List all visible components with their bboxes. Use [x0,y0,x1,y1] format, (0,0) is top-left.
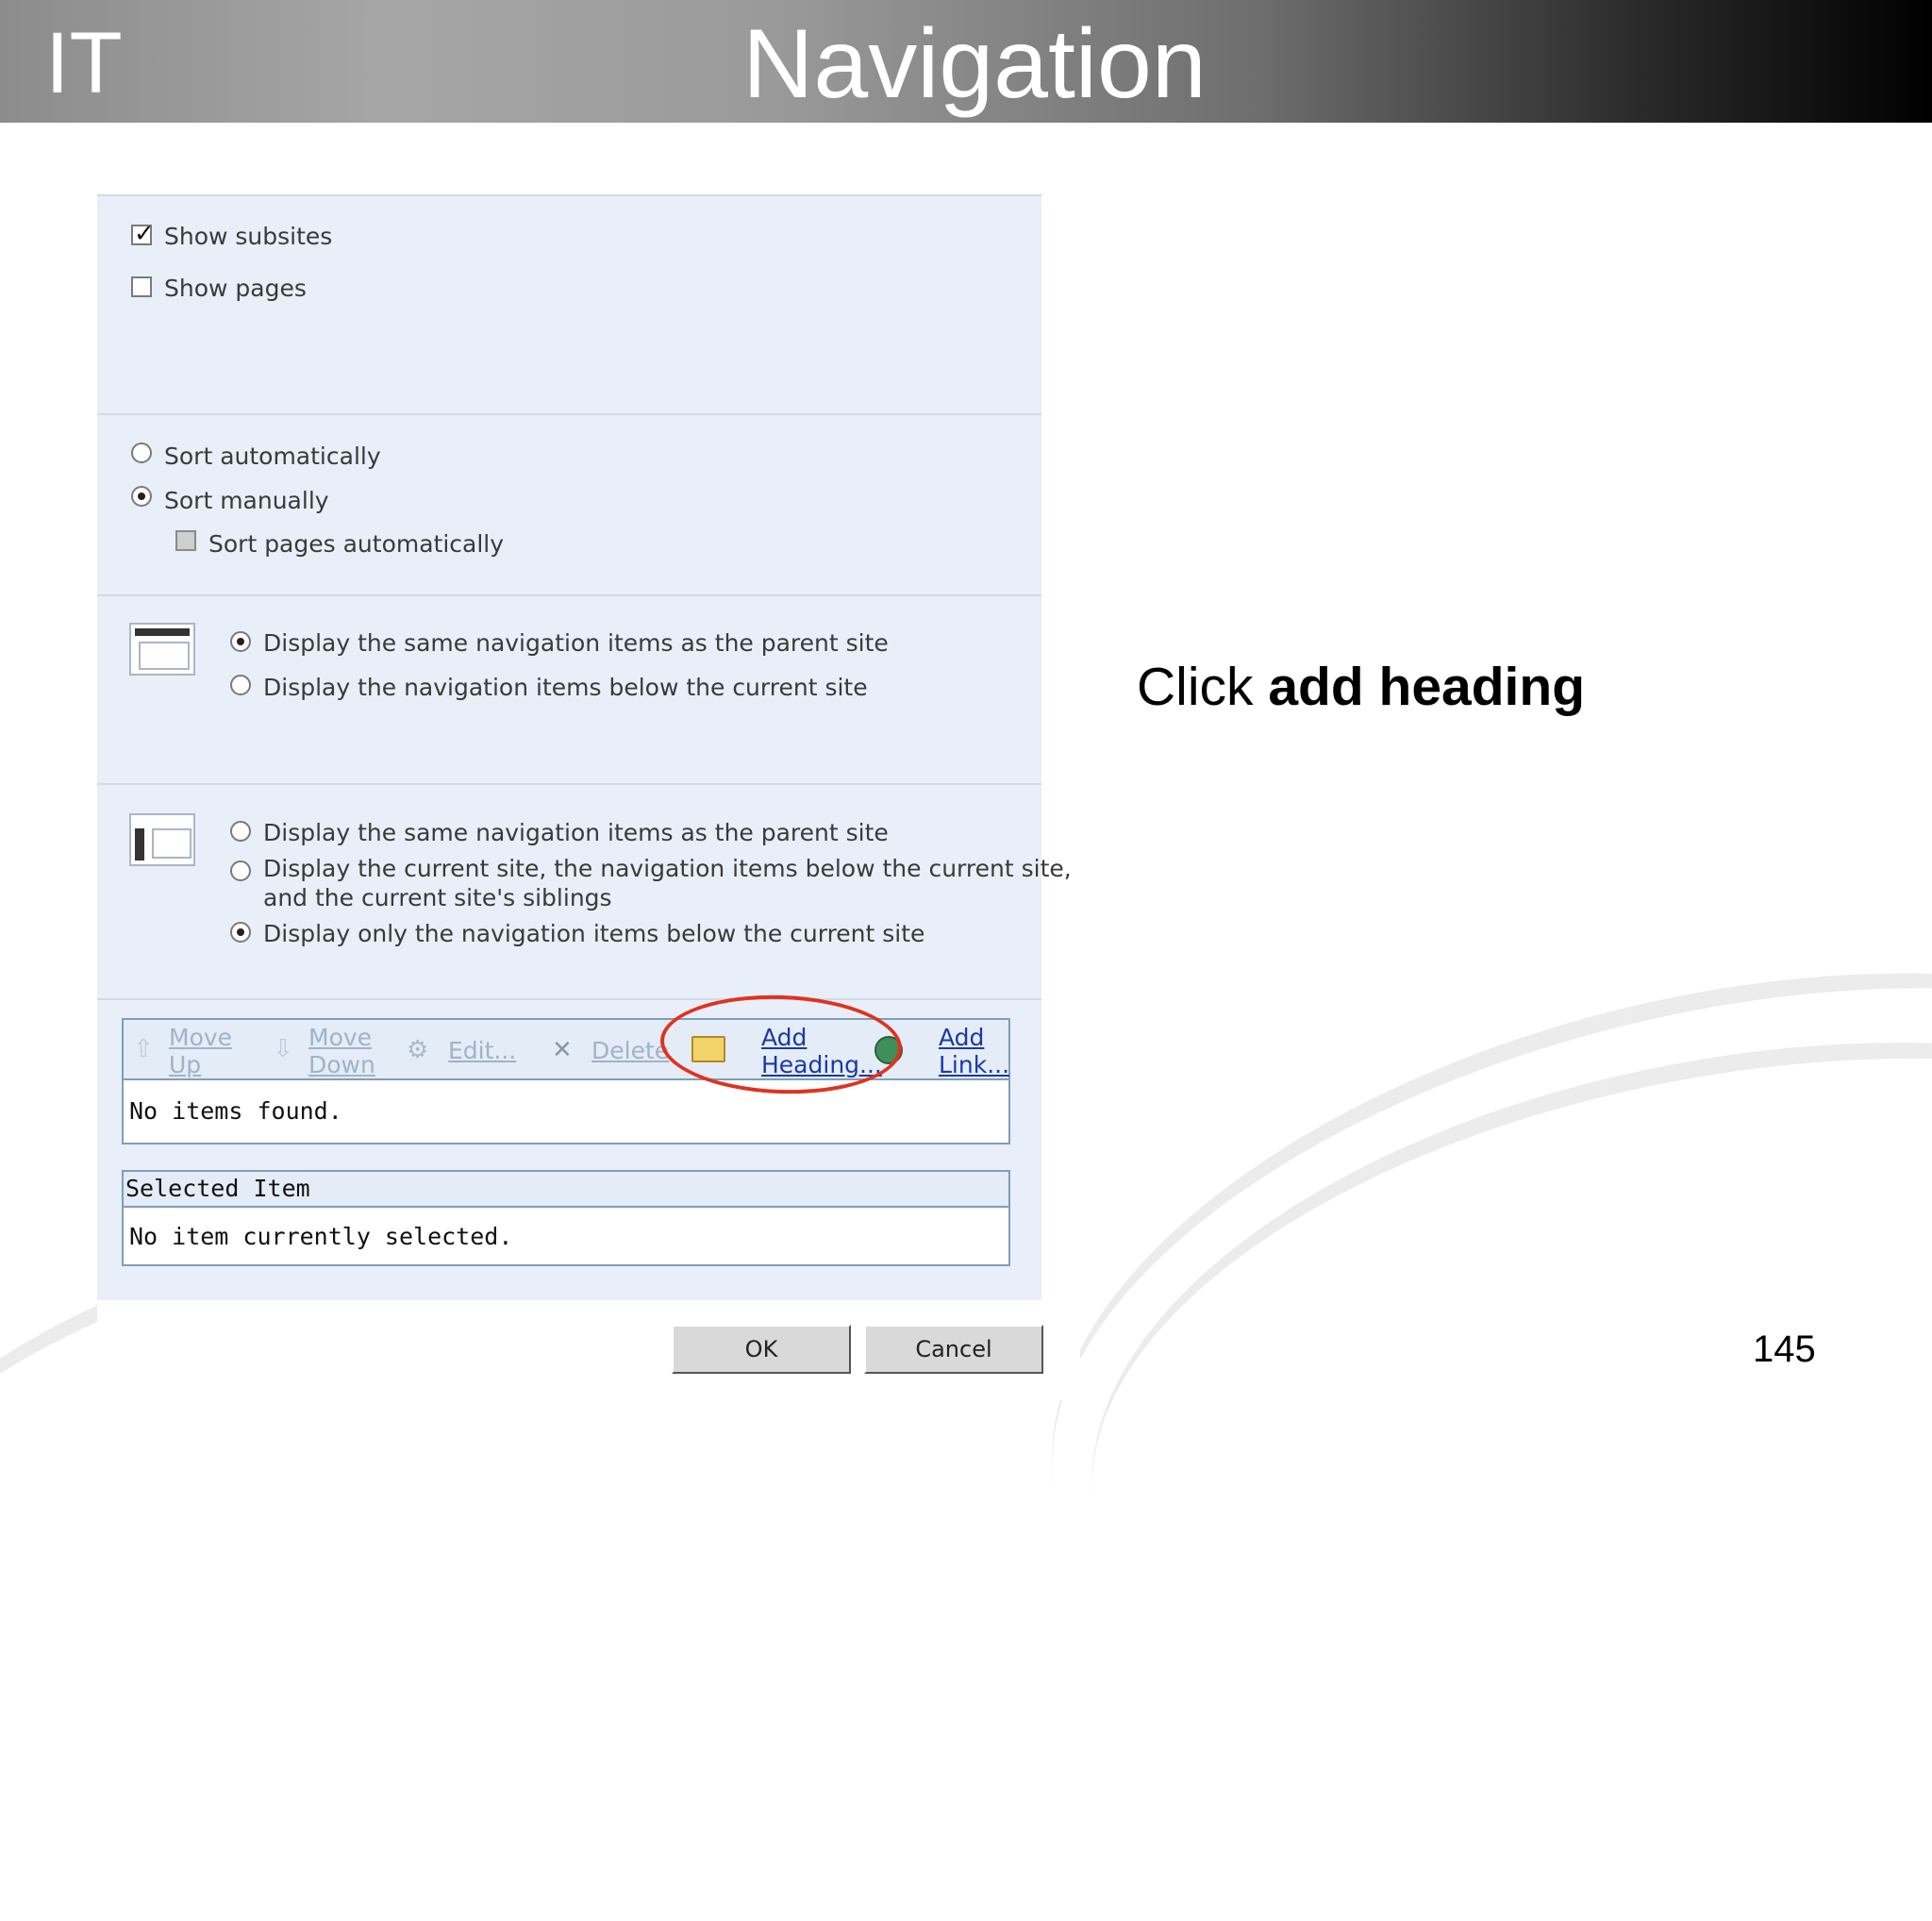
selected-item-box: No item currently selected. [122,1208,1010,1266]
current-nav-below-label: Display only the navigation items below … [263,920,925,947]
current-nav-below-radio[interactable] [230,922,251,943]
instruction-text: Click add heading [1137,656,1585,718]
navigation-items-list[interactable]: No items found. [122,1080,1010,1144]
sort-pages-automatically-checkbox[interactable] [175,530,196,551]
instruction-prefix: Click [1137,657,1269,717]
settings-panel: Show subsites Show pages Sort automatica… [97,194,1072,1300]
cancel-button[interactable]: Cancel [864,1325,1043,1374]
selected-item-header: Selected Item [122,1170,1010,1208]
global-nav-below-label: Display the navigation items below the c… [263,674,868,701]
current-nav-siblings-label-line1: Display the current site, the navigation… [263,855,1072,882]
page-number: 145 [1753,1328,1816,1370]
slide-title: Navigation [742,9,1207,119]
sort-manually-radio[interactable] [131,486,152,507]
move-down-button-line1[interactable]: Move [308,1024,372,1052]
no-items-text: No items found. [129,1097,342,1125]
subsites-pages-section: Show subsites Show pages [97,194,1041,413]
sort-manually-label: Sort manually [164,487,329,514]
show-subsites-label: Show subsites [164,223,333,250]
arrow-up-icon: ⇧ [133,1035,154,1063]
ok-button[interactable]: OK [672,1325,851,1374]
show-subsites-checkbox[interactable] [131,220,155,248]
global-navigation-icon [129,623,195,676]
add-link-button-line2[interactable]: Link... [939,1051,1009,1079]
sort-pages-automatically-label: Sort pages automatically [208,530,505,558]
global-nav-parent-radio[interactable] [230,631,251,652]
selected-item-title: Selected Item [125,1175,310,1202]
current-nav-siblings-label-line2: and the current site's siblings [263,884,612,911]
delete-button[interactable]: Delete [591,1037,669,1065]
move-down-button-line2[interactable]: Down [308,1051,375,1079]
show-pages-checkbox[interactable] [131,276,152,297]
sort-automatically-label: Sort automatically [164,443,381,470]
current-navigation-icon [129,813,195,866]
edit-icon: ⚙ [407,1036,429,1064]
sort-automatically-radio[interactable] [131,443,152,463]
navigation-settings-dialog: Show subsites Show pages Sort automatica… [97,194,1080,1400]
no-item-selected-text: No item currently selected. [129,1223,513,1250]
edit-button[interactable]: Edit... [448,1037,516,1065]
current-navigation-section: Display the same navigation items as the… [97,783,1072,998]
instruction-bold: add heading [1268,657,1586,717]
global-nav-below-radio[interactable] [230,675,251,695]
sorting-section: Sort automatically Sort manually Sort pa… [97,413,1041,594]
move-up-button-line2[interactable]: Up [169,1051,201,1079]
add-link-button-line1[interactable]: Add [939,1024,984,1052]
move-up-button-line1[interactable]: Move [169,1024,232,1052]
current-nav-siblings-radio[interactable] [230,860,251,881]
arrow-down-icon: ⇩ [273,1035,293,1063]
global-navigation-section: Display the same navigation items as the… [97,594,1041,783]
global-nav-parent-label: Display the same navigation items as the… [263,629,889,657]
delete-icon: ✕ [552,1036,573,1064]
show-pages-label: Show pages [164,275,307,302]
current-nav-parent-label: Display the same navigation items as the… [263,819,889,846]
current-nav-parent-radio[interactable] [230,821,251,842]
slide-header: IT Navigation [0,0,1932,123]
